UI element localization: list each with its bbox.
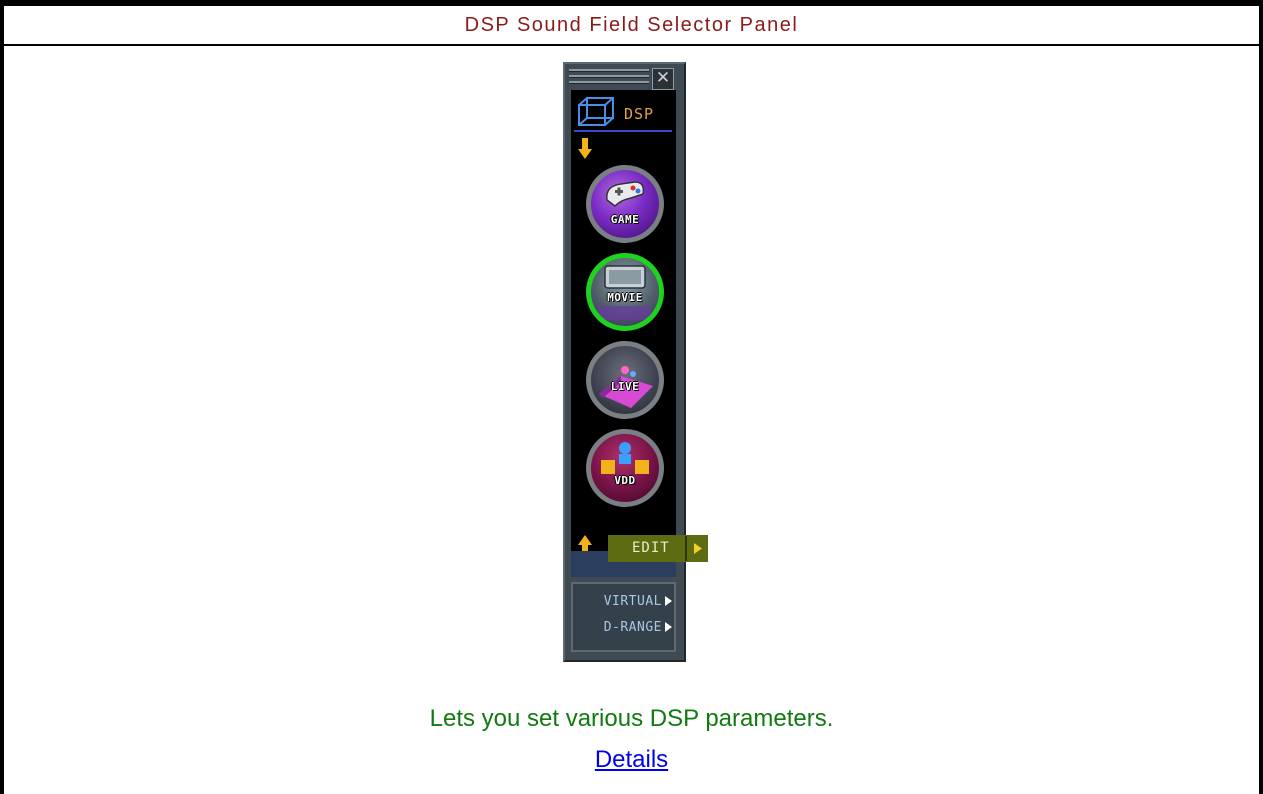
dsp-panel: ✕ DSP GAME MOVIE LIVE VDD VIRTUAL D-RANG…: [563, 62, 686, 662]
virtual-dolby-digital-icon: [601, 442, 649, 474]
dsp-label: DSP: [624, 105, 655, 123]
panel-description: Lets you set various DSP parameters.: [429, 705, 834, 732]
mode-button-live[interactable]: LIVE: [586, 341, 664, 419]
drag-grip[interactable]: [569, 69, 649, 85]
details-link[interactable]: Details: [595, 746, 668, 773]
right-arrow-icon: [665, 596, 672, 606]
mode-button-movie[interactable]: MOVIE: [586, 253, 664, 331]
sound-field-cube-icon: [578, 97, 614, 126]
options-box: VIRTUAL D-RANGE: [571, 582, 676, 652]
page-title: DSP Sound Field Selector Panel: [4, 5, 1259, 46]
dsp-mode-list: DSP GAME MOVIE LIVE VDD: [571, 90, 676, 576]
game-controller-icon: [606, 181, 645, 207]
option-d-range[interactable]: D-RANGE: [604, 620, 672, 635]
close-icon[interactable]: ✕: [652, 68, 674, 90]
scroll-down-arrow-icon[interactable]: [578, 138, 592, 160]
dsp-header: DSP: [574, 92, 672, 132]
mode-button-game[interactable]: GAME: [586, 165, 664, 243]
option-virtual[interactable]: VIRTUAL: [604, 594, 672, 609]
edit-button[interactable]: EDIT: [608, 535, 708, 562]
edit-arrow-icon: [685, 536, 708, 561]
mode-button-vdd[interactable]: VDD: [586, 429, 664, 507]
right-arrow-icon: [665, 622, 672, 632]
details-link-container: Details: [0, 746, 1263, 774]
